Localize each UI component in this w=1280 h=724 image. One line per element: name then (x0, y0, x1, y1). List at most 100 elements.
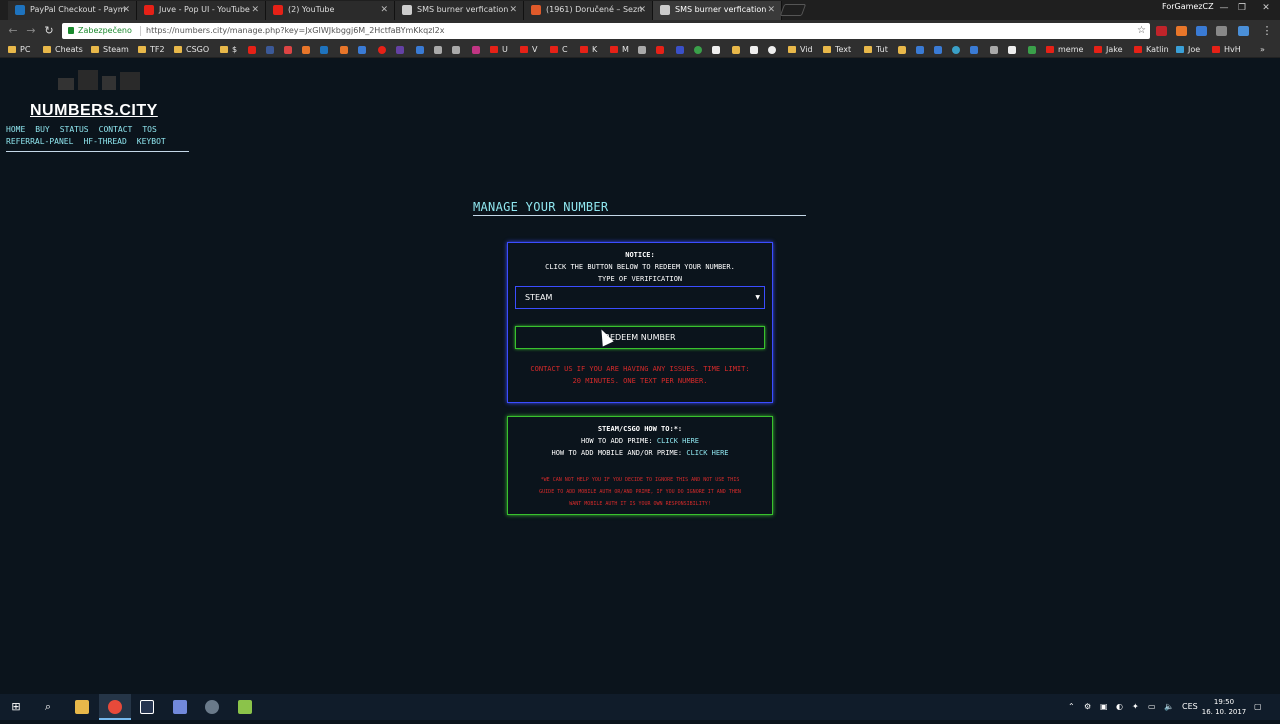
extension-icon[interactable] (1238, 26, 1249, 36)
google-icon[interactable] (934, 46, 942, 54)
close-icon[interactable]: ✕ (638, 1, 646, 19)
steam-icon[interactable] (196, 694, 228, 720)
gmail-icon[interactable] (284, 46, 292, 54)
bookmark-m[interactable]: M (610, 42, 629, 58)
iq-extension-icon[interactable] (1196, 26, 1207, 36)
howto-prime-link[interactable]: CLICK HERE (657, 437, 699, 445)
howto-mobile-link[interactable]: CLICK HERE (686, 449, 728, 457)
minimize-icon[interactable]: — (1216, 0, 1232, 18)
bookmark-icon[interactable] (712, 46, 720, 54)
bookmark-folder-vid[interactable]: Vid (788, 42, 813, 58)
bookmark-joe[interactable]: Joe (1176, 42, 1200, 58)
extension-icon[interactable] (1216, 26, 1227, 36)
bookmark-icon[interactable] (952, 46, 960, 54)
bookmark-c[interactable]: C (550, 42, 568, 58)
bookmark-folder-dollar[interactable]: $ (220, 42, 237, 58)
bookmark-folder-cheats[interactable]: Cheats (43, 42, 83, 58)
verification-type-select[interactable]: STEAM ▼ (515, 286, 765, 309)
profile-name[interactable]: ForGamezCZ (1162, 1, 1214, 13)
tab-sms-burner-1[interactable]: SMS burner verfication ✕ (395, 1, 524, 20)
bookmark-icon[interactable] (656, 46, 664, 54)
bookmark-icon[interactable] (970, 46, 978, 54)
more-bookmarks-icon[interactable]: » (1260, 42, 1265, 58)
visual-studio-icon[interactable] (131, 694, 163, 720)
bookmark-folder-text[interactable]: Text (823, 42, 851, 58)
bookmark-icon[interactable] (378, 46, 386, 54)
extension-icon[interactable] (1176, 26, 1187, 36)
bookmark-folder-steam[interactable]: Steam (91, 42, 129, 58)
adblock-icon[interactable] (1156, 26, 1167, 36)
youtube-icon[interactable] (248, 46, 256, 54)
bookmark-icon[interactable] (302, 46, 310, 54)
site-logo[interactable]: NUMBERS.CITY (30, 66, 170, 119)
bookmark-folder-csgo[interactable]: CSGO (174, 42, 209, 58)
tab-paypal[interactable]: PayPal Checkout - Paym ✕ (8, 1, 137, 20)
bookmark-hvh[interactable]: HvH (1212, 42, 1241, 58)
bookmark-folder-tut[interactable]: Tut (864, 42, 888, 58)
forward-icon[interactable]: → (24, 24, 38, 38)
nav-home[interactable]: HOME (6, 125, 25, 134)
bookmark-jake[interactable]: Jake (1094, 42, 1123, 58)
nav-buy[interactable]: BUY (35, 125, 49, 134)
bookmark-icon[interactable] (990, 46, 998, 54)
tray-app-icon[interactable]: ▣ (1100, 694, 1108, 720)
twitch-icon[interactable] (396, 46, 404, 54)
bookmark-icon[interactable] (676, 46, 684, 54)
bookmark-icon[interactable] (1008, 46, 1016, 54)
instagram-icon[interactable] (472, 46, 480, 54)
steam-icon[interactable] (434, 46, 442, 54)
bookmark-icon[interactable] (452, 46, 460, 54)
bookmark-folder-pc[interactable]: PC (8, 42, 30, 58)
discord-icon[interactable] (164, 694, 196, 720)
tray-app-icon[interactable]: ◐ (1116, 694, 1123, 720)
bookmark-u[interactable]: U (490, 42, 508, 58)
nav-contact[interactable]: CONTACT (99, 125, 133, 134)
tray-app-icon[interactable]: ✦ (1132, 694, 1139, 720)
close-icon[interactable]: ✕ (767, 1, 775, 19)
chrome-icon[interactable] (99, 694, 131, 720)
close-icon[interactable]: ✕ (122, 1, 130, 19)
nav-referral-panel[interactable]: REFERRAL-PANEL (6, 137, 73, 146)
bookmark-icon[interactable] (768, 46, 776, 54)
close-icon[interactable]: ✕ (251, 1, 259, 19)
notifications-icon[interactable]: ▢ (1254, 694, 1262, 720)
facebook-icon[interactable] (266, 46, 274, 54)
clock[interactable]: 19:50 16. 10. 2017 (1196, 697, 1252, 717)
steam-tray-icon[interactable]: ⚙ (1084, 694, 1091, 720)
menu-icon[interactable]: ⋮ (1260, 24, 1274, 38)
close-icon[interactable]: ✕ (509, 1, 517, 19)
bookmark-icon[interactable] (358, 46, 366, 54)
close-icon[interactable]: ✕ (380, 1, 388, 19)
url-text[interactable]: https://numbers.city/manage.php?key=JxGI… (146, 23, 444, 39)
nav-tos[interactable]: TOS (142, 125, 156, 134)
bookmark-meme[interactable]: meme (1046, 42, 1083, 58)
bookmark-icon[interactable] (1028, 46, 1036, 54)
bookmark-icon[interactable] (750, 46, 758, 54)
logo-text[interactable]: NUMBERS.CITY (30, 102, 158, 120)
paypal-icon[interactable] (320, 46, 328, 54)
start-windows-icon[interactable]: ⊞ (0, 694, 32, 720)
network-icon[interactable]: ▭ (1148, 694, 1156, 720)
address-bar[interactable]: Zabezpečeno https://numbers.city/manage.… (62, 23, 1150, 39)
reload-icon[interactable]: ↻ (42, 24, 56, 38)
bookmark-icon[interactable] (340, 46, 348, 54)
redeem-number-button[interactable]: REDEEM NUMBER (515, 326, 765, 349)
nav-hf-thread[interactable]: HF-THREAD (83, 137, 126, 146)
search-icon[interactable]: ⌕ (32, 694, 64, 720)
bookmark-folder-tf2[interactable]: TF2 (138, 42, 165, 58)
bookmark-star-icon[interactable]: ☆ (1137, 23, 1146, 39)
restore-icon[interactable]: ❐ (1234, 0, 1250, 18)
volume-icon[interactable]: 🔈 (1164, 694, 1174, 720)
new-tab-button[interactable] (779, 4, 807, 16)
nav-keybot[interactable]: KEYBOT (137, 137, 166, 146)
tab-sms-burner-active[interactable]: SMS burner verfication ✕ (653, 1, 782, 20)
bookmark-icon[interactable] (732, 46, 740, 54)
nav-status[interactable]: STATUS (60, 125, 89, 134)
tab-seznam[interactable]: (1961) Doručené – Sezn ✕ (524, 1, 653, 20)
back-icon[interactable]: ← (6, 24, 20, 38)
bookmark-v[interactable]: V (520, 42, 537, 58)
tab-juve[interactable]: Juve - Pop UI - YouTube ✕ (137, 1, 266, 20)
window-close-icon[interactable]: ✕ (1258, 0, 1274, 18)
bookmark-k[interactable]: K (580, 42, 597, 58)
app-icon[interactable] (229, 694, 261, 720)
